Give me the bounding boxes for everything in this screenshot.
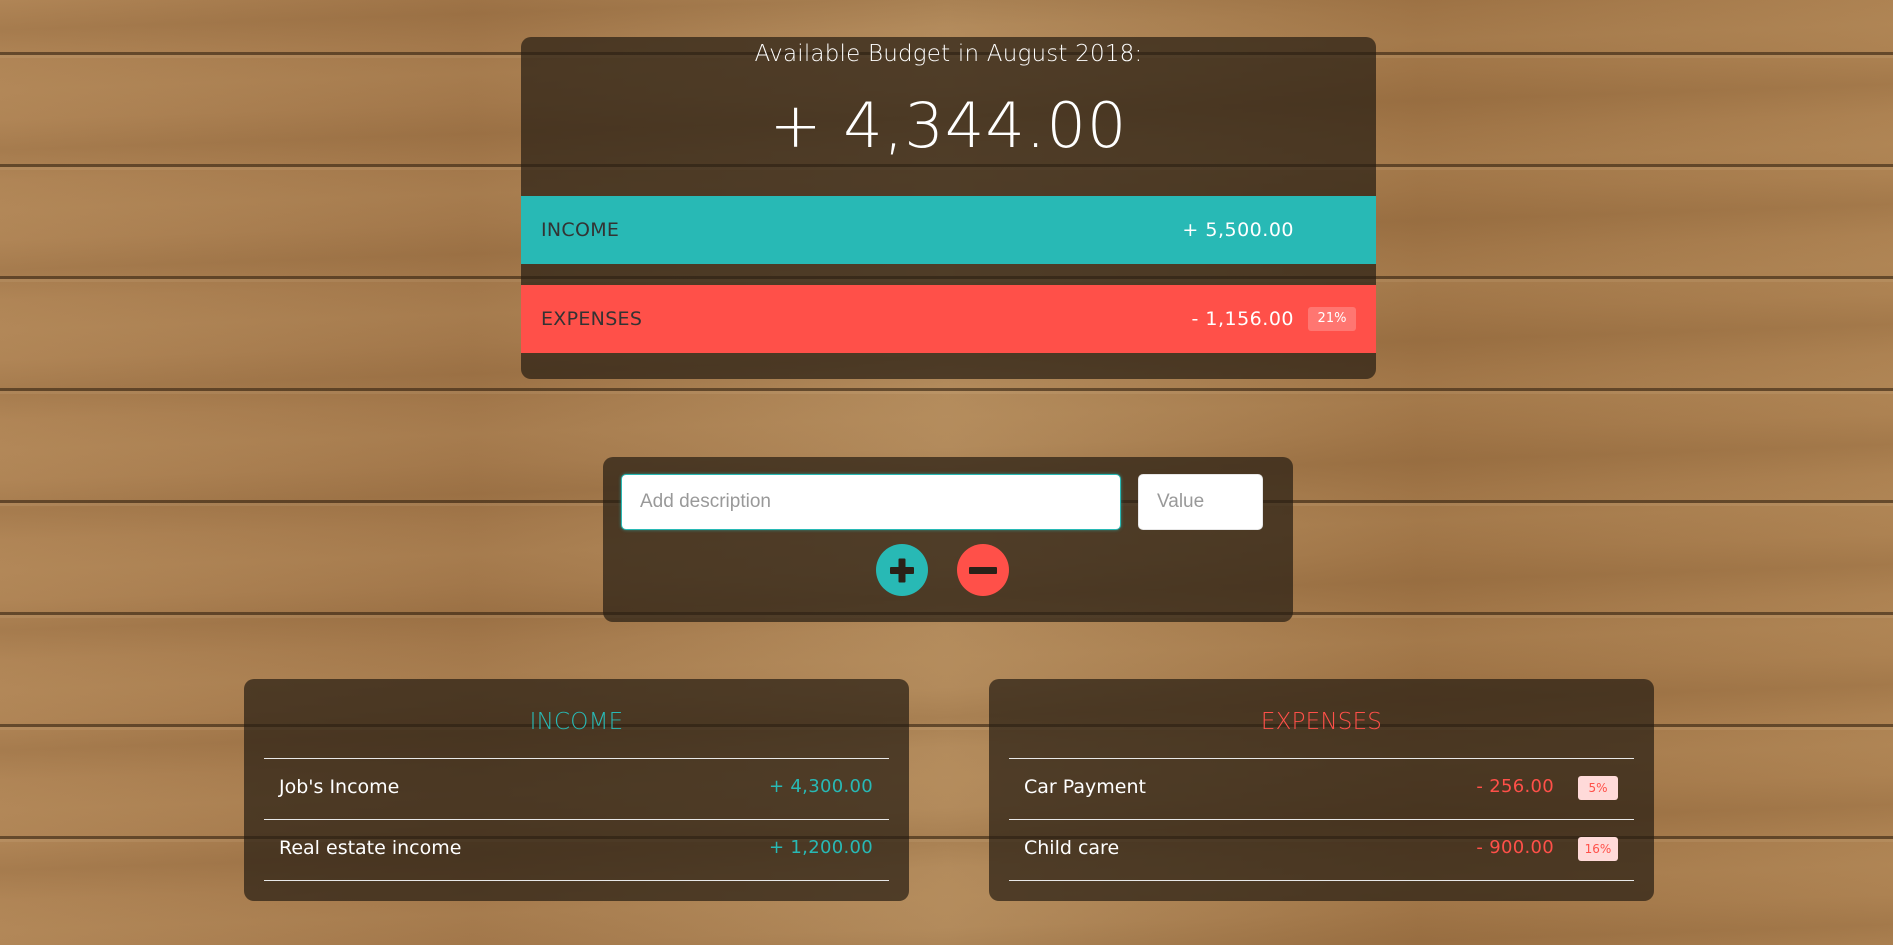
add-income-button[interactable] xyxy=(876,544,928,596)
budget-title: Available Budget in August 2018: xyxy=(754,41,1143,67)
expense-item-value: - 900.00 xyxy=(1476,837,1554,858)
income-item-value: + 1,200.00 xyxy=(769,837,873,858)
expenses-summary: Expenses - 1,156.00 21% xyxy=(521,285,1376,353)
income-item-description: Real estate income xyxy=(279,837,462,859)
expense-item-percentage: 5% xyxy=(1578,776,1618,800)
minus-circle-icon xyxy=(969,567,997,574)
income-summary-label: Income xyxy=(541,219,620,241)
expenses-list-title: Expenses xyxy=(1260,709,1383,735)
income-list: Job's Income + 4,300.00 Real estate inco… xyxy=(264,758,889,881)
expense-item-value: - 256.00 xyxy=(1476,776,1554,797)
expense-item[interactable]: Car Payment - 256.00 5% xyxy=(1009,759,1634,820)
budget-app: { "budget": { "title": "Available Budget… xyxy=(0,0,1893,945)
expense-item-description: Car Payment xyxy=(1024,776,1146,798)
income-summary-value: + 5,500.00 xyxy=(1182,219,1294,241)
expenses-summary-label: Expenses xyxy=(541,308,643,330)
income-summary: Income + 5,500.00 xyxy=(521,196,1376,264)
income-list-title: Income xyxy=(529,709,624,735)
expense-item-percentage: 16% xyxy=(1578,837,1618,861)
budget-value: + 4,344.00 xyxy=(769,89,1128,162)
plus-circle-icon xyxy=(890,558,914,583)
value-input[interactable] xyxy=(1138,474,1263,530)
income-item[interactable]: Job's Income + 4,300.00 xyxy=(264,759,889,820)
expenses-summary-percentage: 21% xyxy=(1308,307,1356,331)
income-item-description: Job's Income xyxy=(279,776,400,798)
income-item[interactable]: Real estate income + 1,200.00 xyxy=(264,820,889,881)
add-item-panel xyxy=(603,457,1293,622)
expenses-list: Car Payment - 256.00 5% Child care - 900… xyxy=(1009,758,1634,881)
expenses-list-panel: Expenses Car Payment - 256.00 5% Child c… xyxy=(989,679,1654,901)
description-input[interactable] xyxy=(621,474,1121,530)
income-item-value: + 4,300.00 xyxy=(769,776,873,797)
budget-summary-panel: Available Budget in August 2018: + 4,344… xyxy=(521,37,1376,379)
add-expense-button[interactable] xyxy=(957,544,1009,596)
income-list-panel: Income Job's Income + 4,300.00 Real esta… xyxy=(244,679,909,901)
expense-item-description: Child care xyxy=(1024,837,1120,859)
expense-item[interactable]: Child care - 900.00 16% xyxy=(1009,820,1634,881)
expenses-summary-value: - 1,156.00 xyxy=(1191,308,1294,330)
